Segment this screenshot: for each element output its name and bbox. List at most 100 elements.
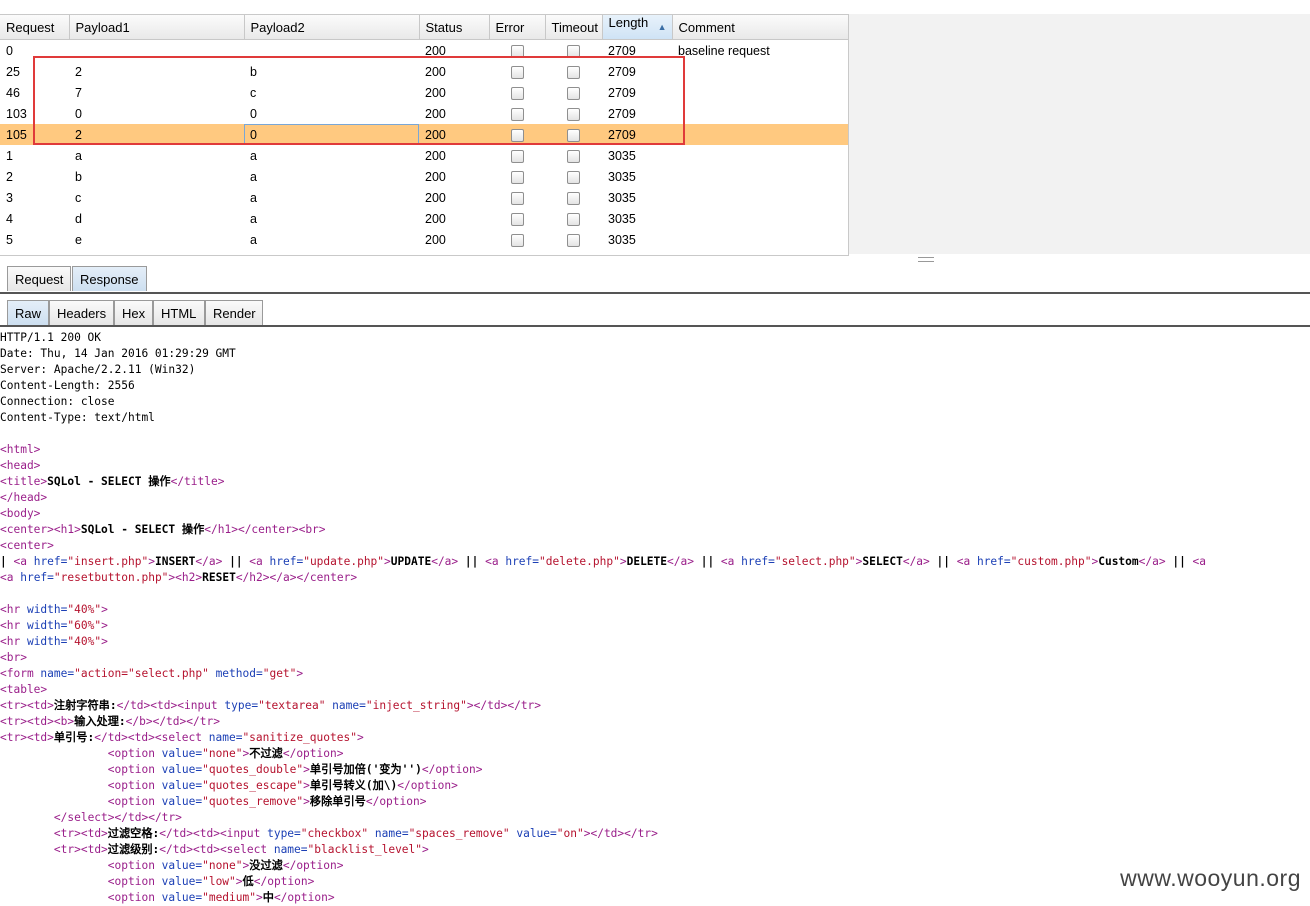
- error-checkbox[interactable]: [511, 191, 524, 205]
- timeout-checkbox[interactable]: [567, 233, 580, 247]
- column-header-comment[interactable]: Comment: [672, 15, 848, 40]
- response-body-line: <center><h1>SQLol - SELECT 操作</h1></cent…: [0, 522, 1310, 538]
- column-header-length[interactable]: Length ▲: [602, 15, 673, 40]
- timeout-checkbox[interactable]: [567, 65, 580, 79]
- tab-render[interactable]: Render: [205, 300, 263, 325]
- column-header-timeout[interactable]: Timeout: [545, 15, 603, 40]
- error-checkbox[interactable]: [511, 212, 524, 226]
- column-header-error[interactable]: Error: [489, 15, 546, 40]
- tab-response[interactable]: Response: [72, 266, 147, 291]
- cell-status: 200: [419, 124, 489, 145]
- html-value-token: "quotes_double": [202, 763, 304, 776]
- html-text-token: [0, 779, 108, 792]
- html-value-token: "textarea": [258, 699, 326, 712]
- table-row[interactable]: 5 e a 200 3035: [0, 229, 848, 250]
- html-attr-token: method=: [208, 667, 263, 680]
- html-tag-token: >: [235, 875, 243, 888]
- cell-payload2: b: [250, 64, 257, 79]
- column-header-payload1[interactable]: Payload1: [69, 15, 245, 40]
- cell-length: 2709: [602, 124, 672, 145]
- cell-request: 3: [6, 190, 13, 205]
- cell-payload1: d: [75, 211, 82, 226]
- html-tag-token: <td>: [80, 843, 108, 856]
- table-row[interactable]: 3 c a 200 3035: [0, 187, 848, 208]
- cell-request: 25: [6, 64, 20, 79]
- html-tag-token: </td>: [114, 811, 149, 824]
- error-checkbox[interactable]: [511, 65, 524, 79]
- html-tag-token: <td>: [80, 827, 108, 840]
- table-row[interactable]: 105 2 0 200 2709: [0, 124, 848, 145]
- cell-status: 200: [425, 106, 446, 121]
- request-response-tabbar: Request Response: [0, 262, 1310, 294]
- error-checkbox[interactable]: [511, 44, 524, 58]
- html-attr-token: value=: [161, 875, 203, 888]
- html-text-token: [0, 795, 108, 808]
- table-row[interactable]: 25 2 b 200 2709: [0, 61, 848, 82]
- cell-payload1: c: [75, 190, 82, 205]
- response-header-line: Date: Thu, 14 Jan 2016 01:29:29 GMT: [0, 347, 236, 360]
- cell-payload1: a: [75, 148, 82, 163]
- html-attr-token: href=: [20, 571, 54, 584]
- cell-timeout: [545, 82, 602, 103]
- html-tag-token: <a: [0, 571, 21, 584]
- table-row[interactable]: 1 a a 200 3035: [0, 145, 848, 166]
- tab-raw[interactable]: Raw: [7, 300, 49, 325]
- html-text-token: [0, 859, 108, 872]
- timeout-checkbox[interactable]: [567, 170, 580, 184]
- html-text-token: [0, 763, 108, 776]
- html-tag-token: </td>: [590, 827, 625, 840]
- table-row[interactable]: 4 d a 200 3035: [0, 208, 848, 229]
- column-header-request[interactable]: Request: [0, 15, 70, 40]
- cell-payload2: 0: [250, 106, 257, 121]
- error-checkbox[interactable]: [511, 170, 524, 184]
- html-tag-token: >: [101, 619, 108, 632]
- cell-payload2: c: [250, 85, 257, 100]
- timeout-checkbox[interactable]: [567, 107, 580, 121]
- results-empty-area: [849, 14, 1310, 254]
- html-tag-token: <center>: [0, 523, 54, 536]
- html-value-token: "on": [556, 827, 584, 840]
- timeout-checkbox[interactable]: [567, 128, 580, 142]
- html-attr-token: value=: [161, 859, 203, 872]
- response-body-line: <tr><td>注射字符串:</td><td><input type="text…: [0, 698, 1310, 714]
- tab-hex[interactable]: Hex: [114, 300, 153, 325]
- error-checkbox[interactable]: [511, 149, 524, 163]
- tab-headers[interactable]: Headers: [49, 300, 114, 325]
- raw-response-viewer[interactable]: HTTP/1.1 200 OK Date: Thu, 14 Jan 2016 01…: [0, 330, 1310, 906]
- cell-error: [489, 166, 545, 187]
- error-checkbox[interactable]: [511, 233, 524, 247]
- cell-comment: [672, 103, 848, 124]
- tab-request[interactable]: Request: [7, 266, 71, 291]
- response-body-line: <body>: [0, 506, 1310, 522]
- error-checkbox[interactable]: [511, 107, 524, 121]
- error-checkbox[interactable]: [511, 86, 524, 100]
- cell-timeout: [545, 61, 602, 82]
- timeout-checkbox[interactable]: [567, 191, 580, 205]
- timeout-checkbox[interactable]: [567, 212, 580, 226]
- html-tag-token: </option>: [253, 875, 315, 888]
- html-tag-token: <hr: [0, 635, 27, 648]
- table-row[interactable]: 103 0 0 200 2709: [0, 103, 848, 124]
- html-tag-token: <option: [107, 779, 162, 792]
- table-row[interactable]: 46 7 c 200 2709: [0, 82, 848, 103]
- html-text-token: 输入处理:: [74, 715, 126, 728]
- cell-length: 2709: [608, 106, 636, 121]
- html-tag-token: </option>: [365, 795, 427, 808]
- column-header-payload2[interactable]: Payload2: [244, 15, 420, 40]
- html-tag-token: <br>: [298, 523, 326, 536]
- html-text-token: UPDATE: [390, 555, 432, 568]
- table-row[interactable]: 0 200 2709 baseline request: [0, 40, 848, 62]
- timeout-checkbox[interactable]: [567, 44, 580, 58]
- html-attr-token: type=: [267, 827, 301, 840]
- timeout-checkbox[interactable]: [567, 86, 580, 100]
- html-tag-token: <option: [107, 891, 162, 904]
- html-text-token: ||: [1165, 555, 1193, 568]
- timeout-checkbox[interactable]: [567, 149, 580, 163]
- html-attr-token: name=: [368, 827, 409, 840]
- cell-error: [489, 40, 545, 62]
- html-tag-token: >: [384, 555, 391, 568]
- column-header-status[interactable]: Status: [419, 15, 490, 40]
- tab-html[interactable]: HTML: [153, 300, 205, 325]
- table-row[interactable]: 2 b a 200 3035: [0, 166, 848, 187]
- error-checkbox[interactable]: [511, 128, 524, 142]
